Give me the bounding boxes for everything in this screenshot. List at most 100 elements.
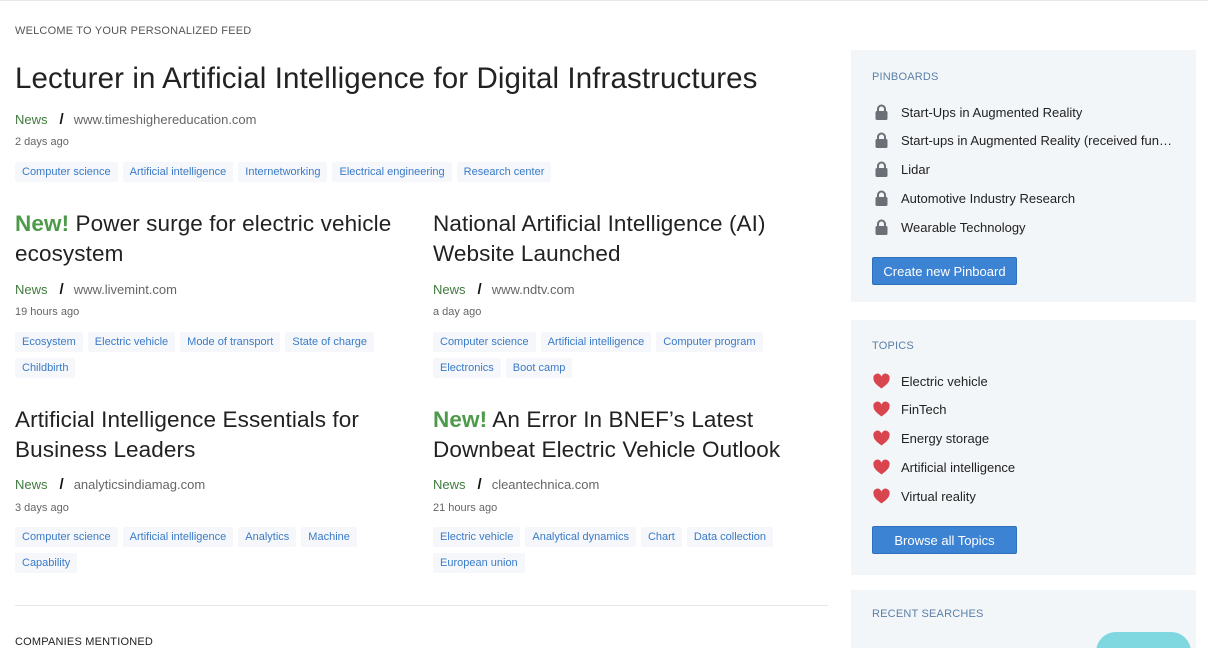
topic-tag[interactable]: Analytics <box>238 527 296 547</box>
topic-tag[interactable]: Artificial intelligence <box>123 162 234 182</box>
topic-tag[interactable]: Research center <box>457 162 552 182</box>
topic-tag[interactable]: Computer program <box>656 332 762 352</box>
pinboard-label: Lidar <box>901 162 930 177</box>
topic-tag[interactable]: Electronics <box>433 358 501 378</box>
topic-tag[interactable]: Machine <box>301 527 357 547</box>
pinboard-item[interactable]: Start-Ups in Augmented Reality <box>872 104 1082 121</box>
lock-icon <box>872 190 891 207</box>
article-tags: Electric vehicle Analytical dynamics Cha… <box>433 527 813 573</box>
meta-separator: / <box>60 281 64 298</box>
topic-tag[interactable]: Boot camp <box>506 358 573 378</box>
meta-separator: / <box>478 281 482 298</box>
topic-tag[interactable]: Artificial intelligence <box>541 332 652 352</box>
article-meta: News / www.livemint.com <box>15 281 177 298</box>
personalized-feed: WELCOME TO YOUR PERSONALIZED FEED Lectur… <box>15 0 830 648</box>
article-type: News <box>433 282 466 297</box>
topic-tag[interactable]: Data collection <box>687 527 773 547</box>
topic-label: Artificial intelligence <box>901 460 1015 475</box>
article-source[interactable]: www.livemint.com <box>74 282 177 297</box>
article-type: News <box>15 282 48 297</box>
heart-icon[interactable] <box>872 459 891 476</box>
article-meta: News / www.ndtv.com <box>433 281 575 298</box>
topics-title: TOPICS <box>872 340 914 352</box>
article-source[interactable]: www.ndtv.com <box>492 282 575 297</box>
topic-tag[interactable]: Analytical dynamics <box>525 527 636 547</box>
article-type: News <box>15 477 48 492</box>
pinboard-label: Start-Ups in Augmented Reality <box>901 105 1082 120</box>
new-badge: New! <box>15 211 69 236</box>
topic-tag[interactable]: Electrical engineering <box>332 162 451 182</box>
topic-tag[interactable]: Ecosystem <box>15 332 83 352</box>
article-source[interactable]: cleantechnica.com <box>492 477 600 492</box>
article-type: News <box>433 477 466 492</box>
topic-item[interactable]: Artificial intelligence <box>872 459 1015 476</box>
topic-item[interactable]: Virtual reality <box>872 488 976 505</box>
browse-topics-button[interactable]: Browse all Topics <box>872 526 1017 554</box>
article-age: 3 days ago <box>15 502 69 514</box>
article-tags: Computer science Artificial intelligence… <box>15 527 415 573</box>
topic-tag[interactable]: Electric vehicle <box>433 527 520 547</box>
topics-panel: TOPICS Electric vehicle FinTech Energy s… <box>851 320 1196 575</box>
lock-icon <box>872 104 891 121</box>
article-age: 2 days ago <box>15 136 69 148</box>
topic-label: Virtual reality <box>901 489 976 504</box>
topic-tag[interactable]: Artificial intelligence <box>123 527 234 547</box>
recent-searches-title: RECENT SEARCHES <box>872 608 984 620</box>
article-title-text: Artificial Intelligence Essentials for B… <box>15 407 359 462</box>
lead-article-title[interactable]: Lecturer in Artificial Intelligence for … <box>15 62 757 96</box>
heart-icon[interactable] <box>872 430 891 447</box>
article-source[interactable]: analyticsindiamag.com <box>74 477 206 492</box>
heart-icon[interactable] <box>872 401 891 418</box>
article-tags: Ecosystem Electric vehicle Mode of trans… <box>15 332 415 378</box>
heart-icon[interactable] <box>872 373 891 390</box>
topic-label: FinTech <box>901 402 947 417</box>
new-badge: New! <box>433 407 487 432</box>
feed-welcome-heading: WELCOME TO YOUR PERSONALIZED FEED <box>15 25 251 37</box>
pinboard-item[interactable]: Wearable Technology <box>872 219 1026 236</box>
article-title[interactable]: New! Power surge for electric vehicle ec… <box>15 209 415 269</box>
lock-icon <box>872 219 891 236</box>
pinboard-label: Start-ups in Augmented Reality (received… <box>901 133 1176 148</box>
topic-tag[interactable]: State of charge <box>285 332 374 352</box>
pinboard-label: Automotive Industry Research <box>901 191 1075 206</box>
chat-widget-button[interactable] <box>1096 632 1191 648</box>
topic-item[interactable]: FinTech <box>872 401 947 418</box>
article-title[interactable]: National Artificial Intelligence (AI) We… <box>433 209 823 269</box>
article-type: News <box>15 112 48 127</box>
topic-tag[interactable]: Mode of transport <box>180 332 280 352</box>
article-title[interactable]: Artificial Intelligence Essentials for B… <box>15 405 415 465</box>
meta-separator: / <box>60 111 64 128</box>
article-source[interactable]: www.timeshighereducation.com <box>74 112 257 127</box>
article-meta: News/analyticsindiamag.com <box>15 476 205 493</box>
topic-item[interactable]: Energy storage <box>872 430 989 447</box>
lock-icon <box>872 161 891 178</box>
pinboard-item[interactable]: Automotive Industry Research <box>872 190 1075 207</box>
pinboards-panel: PINBOARDS Start-Ups in Augmented Reality… <box>851 50 1196 302</box>
topic-tag[interactable]: Computer science <box>433 332 536 352</box>
article-age: a day ago <box>433 306 481 318</box>
topic-tag[interactable]: Chart <box>641 527 682 547</box>
lock-icon <box>872 132 891 149</box>
lead-article-tags: Computer science Artificial intelligence… <box>15 162 815 182</box>
article-title-text: Power surge for electric vehicle ecosyst… <box>15 211 391 266</box>
article-title[interactable]: New! An Error In BNEF’s Latest Downbeat … <box>433 405 828 465</box>
topic-item[interactable]: Electric vehicle <box>872 373 988 390</box>
meta-separator: / <box>478 476 482 493</box>
topic-tag[interactable]: Electric vehicle <box>88 332 175 352</box>
pinboard-item[interactable]: Start-ups in Augmented Reality (received… <box>872 132 1176 149</box>
pinboard-item[interactable]: Lidar <box>872 161 930 178</box>
topic-tag[interactable]: Computer science <box>15 162 118 182</box>
topic-tag[interactable]: Capability <box>15 553 77 573</box>
topic-tag[interactable]: Internetworking <box>238 162 327 182</box>
lead-article-meta: News / www.timeshighereducation.com <box>15 111 257 128</box>
article-age: 21 hours ago <box>433 502 497 514</box>
topic-tag[interactable]: European union <box>433 553 525 573</box>
create-pinboard-button[interactable]: Create new Pinboard <box>872 257 1017 285</box>
pinboards-title: PINBOARDS <box>872 71 939 83</box>
article-tags: Computer science Artificial intelligence… <box>433 332 813 378</box>
topic-label: Electric vehicle <box>901 374 988 389</box>
topic-tag[interactable]: Computer science <box>15 527 118 547</box>
topic-tag[interactable]: Childbirth <box>15 358 75 378</box>
article-title-text: National Artificial Intelligence (AI) We… <box>433 211 766 266</box>
heart-icon[interactable] <box>872 488 891 505</box>
